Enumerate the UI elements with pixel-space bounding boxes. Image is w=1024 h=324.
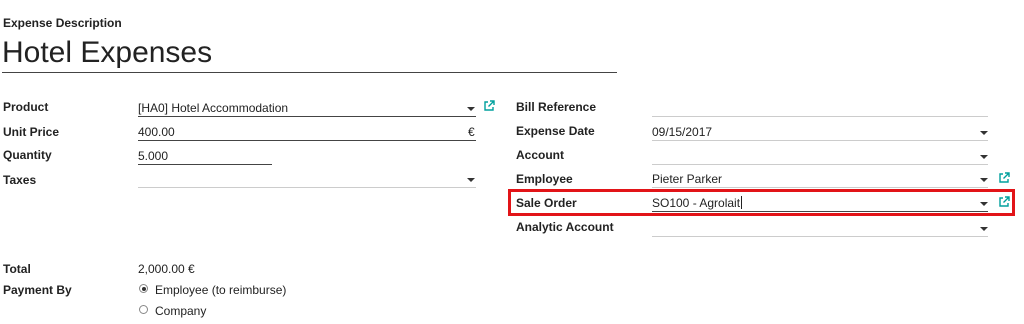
total-label: Total (3, 262, 31, 276)
product-value: [HA0] Hotel Accommodation (138, 101, 289, 115)
title-underline (2, 72, 617, 73)
product-label: Product (3, 100, 49, 114)
unit-price-underline (138, 140, 476, 141)
expense-description-label: Expense Description (3, 16, 122, 30)
bill-reference-underline (652, 116, 988, 117)
caret-down-icon[interactable] (980, 155, 988, 159)
taxes-select[interactable] (138, 170, 476, 188)
payment-by-label: Payment By (3, 283, 72, 297)
expense-date-input[interactable]: 09/15/2017 (652, 123, 988, 141)
analytic-account-underline (652, 236, 988, 237)
sale-order-select[interactable]: SO100 - Agrolait (652, 194, 988, 212)
unit-price-label: Unit Price (3, 125, 60, 139)
sale-order-value: SO100 - Agrolait (652, 196, 741, 210)
product-select[interactable]: [HA0] Hotel Accommodation (138, 99, 476, 117)
radio-employee[interactable] (139, 284, 148, 293)
external-link-icon[interactable] (998, 172, 1010, 184)
expense-date-label: Expense Date (516, 124, 595, 138)
expense-date-value: 09/15/2017 (652, 125, 713, 139)
product-underline (138, 116, 476, 117)
expense-title-input[interactable]: Hotel Expenses (2, 34, 212, 72)
caret-down-icon[interactable] (980, 227, 988, 231)
unit-price-value: 400.00 (138, 125, 175, 139)
radio-company-label[interactable]: Company (155, 304, 206, 318)
quantity-value: 5.000 (138, 149, 169, 163)
currency-symbol: € (468, 125, 475, 139)
caret-down-icon[interactable] (980, 202, 988, 206)
caret-down-icon[interactable] (467, 107, 475, 111)
account-select[interactable] (652, 147, 988, 165)
analytic-account-select[interactable] (652, 219, 988, 237)
bill-reference-input[interactable] (652, 99, 988, 117)
caret-down-icon[interactable] (980, 131, 988, 135)
quantity-input[interactable]: 5.000 (138, 147, 272, 165)
employee-value: Pieter Parker (652, 172, 723, 186)
external-link-icon[interactable] (998, 196, 1010, 208)
external-link-icon[interactable] (483, 100, 495, 112)
taxes-underline (138, 187, 476, 188)
sale-order-underline (652, 211, 988, 212)
taxes-label: Taxes (3, 173, 37, 187)
caret-down-icon[interactable] (467, 178, 475, 182)
sale-order-label: Sale Order (516, 196, 577, 210)
unit-price-input[interactable]: 400.00 € (138, 123, 476, 141)
employee-label: Employee (516, 172, 573, 186)
text-cursor (741, 196, 743, 209)
expense-date-underline (652, 140, 988, 141)
radio-employee-label[interactable]: Employee (to reimburse) (155, 283, 286, 297)
employee-underline (652, 187, 988, 188)
total-value: 2,000.00 € (138, 262, 195, 276)
radio-company[interactable] (139, 305, 148, 314)
account-underline (652, 164, 988, 165)
sale-order-value-wrap: SO100 - Agrolait (652, 196, 743, 210)
quantity-underline (138, 164, 272, 165)
bill-reference-label: Bill Reference (516, 100, 597, 114)
analytic-account-label: Analytic Account (516, 220, 614, 234)
caret-down-icon[interactable] (980, 178, 988, 182)
employee-select[interactable]: Pieter Parker (652, 170, 988, 188)
quantity-label: Quantity (3, 148, 52, 162)
account-label: Account (516, 148, 564, 162)
